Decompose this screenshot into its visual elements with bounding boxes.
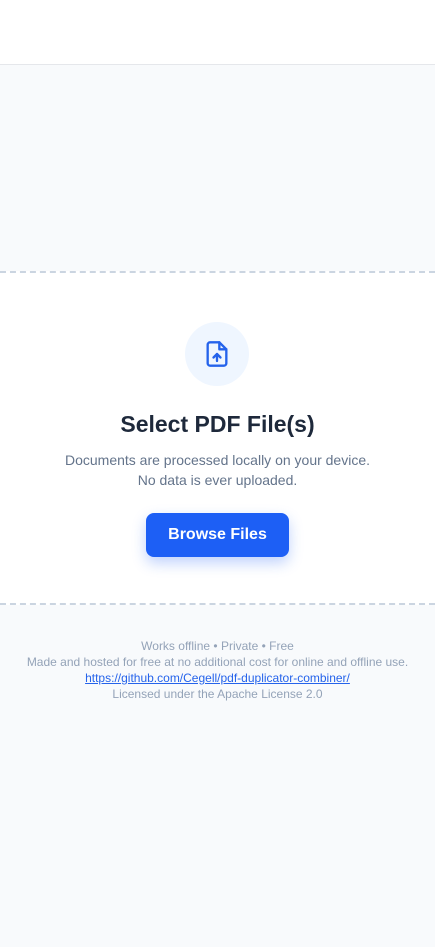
repo-link[interactable]: https://github.com/Cegell/pdf-duplicator… [85, 671, 350, 685]
footer-license: Licensed under the Apache License 2.0 [112, 687, 323, 701]
upload-description-line1: Documents are processed locally on your … [64, 452, 371, 468]
footer-features: Works offline • Private • Free [141, 639, 294, 653]
file-drop-zone[interactable]: Select PDF File(s) Documents are process… [0, 271, 435, 605]
upload-description-line2: No data is ever uploaded. [137, 472, 298, 488]
upload-title: Select PDF File(s) [120, 411, 315, 437]
file-upload-icon [206, 341, 228, 367]
upload-icon-circle [185, 322, 249, 386]
footer-hosting-note: Made and hosted for free at no additiona… [26, 655, 409, 669]
browse-files-button[interactable]: Browse Files [146, 513, 289, 557]
top-bar [0, 0, 435, 65]
footer: Works offline • Private • Free Made and … [0, 638, 435, 702]
